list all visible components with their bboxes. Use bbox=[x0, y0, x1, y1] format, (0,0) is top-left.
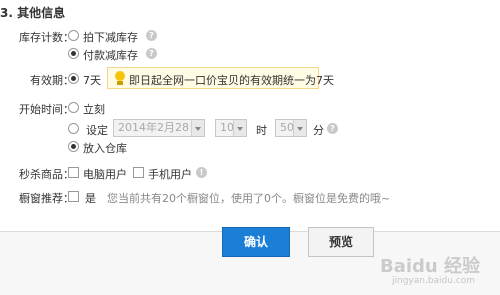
start-time-label: 开始时间： bbox=[19, 103, 74, 116]
help-icon[interactable]: ? bbox=[327, 123, 338, 134]
showcase-checkbox[interactable] bbox=[68, 191, 79, 202]
showcase-label: 橱窗推荐： bbox=[19, 192, 74, 205]
validity-7days-label: 7天 bbox=[83, 74, 101, 87]
showcase-hint: 您当前共有20个橱窗位，使用了0个。橱窗位是免费的哦~ bbox=[107, 192, 391, 205]
chevron-down-icon bbox=[293, 120, 306, 136]
stock-option-order-label: 拍下减库存 bbox=[83, 31, 138, 44]
help-icon[interactable]: ? bbox=[146, 30, 157, 41]
start-minute-value: 50 bbox=[280, 121, 294, 134]
validity-tip: 即日起全网一口价宝贝的有效期统一为7天 bbox=[107, 67, 334, 89]
start-date-select[interactable]: 2014年2月28日 bbox=[113, 119, 205, 137]
start-date-value: 2014年2月28日 bbox=[118, 121, 200, 134]
start-set-radio[interactable] bbox=[68, 123, 79, 134]
validity-label: 有效期： bbox=[30, 74, 74, 87]
watermark-url: jingyan.baidu.com bbox=[392, 276, 476, 286]
start-warehouse-label: 放入仓库 bbox=[83, 142, 127, 155]
flash-pc-label: 电脑用户 bbox=[83, 168, 127, 181]
chevron-down-icon bbox=[233, 120, 246, 136]
preview-button[interactable]: 预览 bbox=[308, 227, 374, 257]
help-icon[interactable]: ? bbox=[146, 48, 157, 59]
flash-mobile-checkbox[interactable] bbox=[133, 167, 144, 178]
stock-option-order-radio[interactable] bbox=[68, 30, 79, 41]
start-now-radio[interactable] bbox=[68, 102, 79, 113]
stock-label: 库存计数： bbox=[19, 31, 74, 44]
section-title: 3. 其他信息 bbox=[0, 6, 66, 20]
confirm-button[interactable]: 确认 bbox=[222, 227, 290, 257]
info-icon[interactable]: ! bbox=[196, 167, 207, 178]
start-set-label: 设定 bbox=[86, 124, 108, 137]
lightbulb-icon bbox=[114, 71, 126, 85]
flash-sale-label: 秒杀商品： bbox=[19, 168, 74, 181]
start-now-label: 立刻 bbox=[83, 103, 105, 116]
validity-tip-text: 即日起全网一口价宝贝的有效期统一为7天 bbox=[129, 74, 334, 87]
watermark-logo: Baidu 经验 bbox=[380, 256, 481, 277]
showcase-option-label: 是 bbox=[85, 192, 96, 205]
chevron-down-icon bbox=[191, 120, 204, 136]
start-minute-select[interactable]: 50 bbox=[275, 119, 307, 137]
stock-option-pay-radio[interactable] bbox=[68, 48, 79, 59]
start-hour-value: 10 bbox=[220, 121, 234, 134]
stock-option-pay-label: 付款减库存 bbox=[83, 49, 138, 62]
hour-unit-label: 时 bbox=[256, 124, 267, 137]
minute-unit-label: 分 bbox=[313, 124, 324, 137]
validity-7days-radio[interactable] bbox=[68, 73, 79, 84]
start-hour-select[interactable]: 10 bbox=[215, 119, 247, 137]
flash-pc-checkbox[interactable] bbox=[68, 167, 79, 178]
start-warehouse-radio[interactable] bbox=[68, 141, 79, 152]
flash-mobile-label: 手机用户 bbox=[148, 168, 192, 181]
